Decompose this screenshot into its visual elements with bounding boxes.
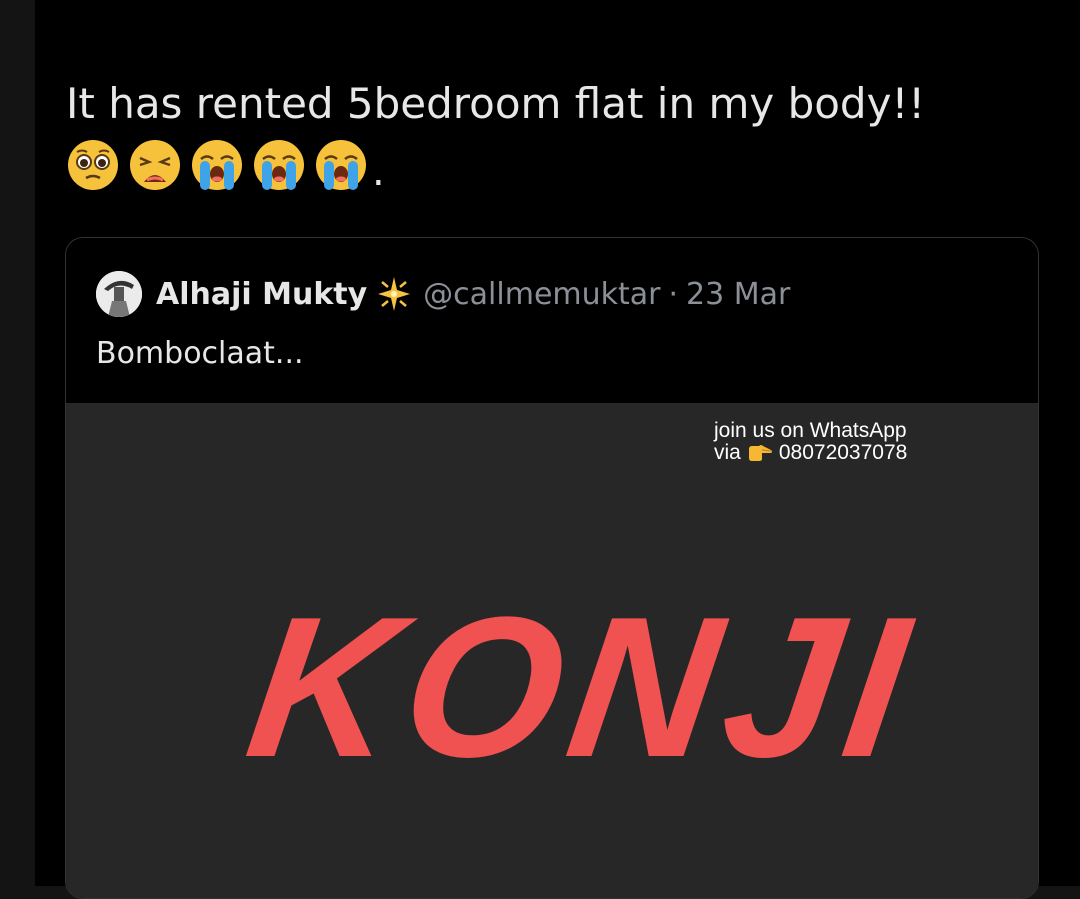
separator-dot: · [668,276,679,312]
quote-header: Alhaji Mukty @callmemuktar · 23 Mar [96,268,790,320]
whatsapp-watermark: join us on WhatsApp via 08072037078 [714,420,907,464]
post-date[interactable]: 23 Mar [686,277,790,312]
watermark-line2: via 08072037078 [714,442,907,464]
konji-title: KONJI [236,576,929,799]
author-handle[interactable]: @callmemuktar [423,277,660,312]
quote-text: Bomboclaat... [96,336,304,371]
watermark-via: via [714,441,741,464]
author-name[interactable]: Alhaji Mukty [156,277,367,312]
loudly-crying-face-icon [316,140,366,190]
tweet-text: It has rented 5bedroom flat in my body!! [66,79,926,128]
emoji-row: . [66,138,1046,192]
loudly-crying-face-icon [192,140,242,190]
pleading-face-icon [68,140,118,190]
watermark-number: 08072037078 [778,441,908,464]
loudly-crying-face-icon [254,140,304,190]
weary-face-icon [130,140,180,190]
watermark-line1: join us on WhatsApp [714,419,907,442]
sparkle-icon [378,277,411,311]
avatar-image [96,271,142,317]
media-image[interactable]: join us on WhatsApp via 08072037078 KONJ… [66,403,1038,898]
quoted-tweet-card[interactable]: Alhaji Mukty @callmemuktar · 23 Mar Bomb… [65,237,1039,899]
avatar[interactable] [96,271,142,317]
tweet-body: It has rented 5bedroom flat in my body!! [66,78,1046,192]
trailing-punctuation: . [372,149,385,195]
pointing-right-hand-icon [748,445,772,461]
